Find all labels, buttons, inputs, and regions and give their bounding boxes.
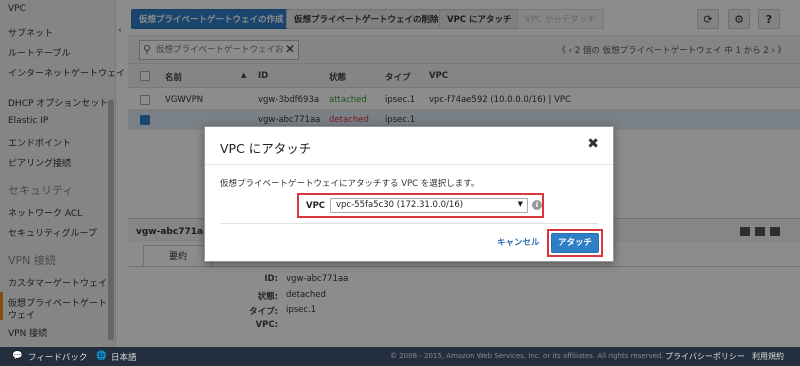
terms-link[interactable]: 利用規約 [752,351,784,362]
vpc-select-value: vpc-55fa5c30 (172.31.0.0/16) [336,200,464,210]
attach-vpc-dialog: VPC にアタッチ ✖ 仮想プライベートゲートウェイにアタッチする VPC を選… [204,126,614,262]
dialog-divider [220,223,598,224]
feedback-icon[interactable]: 💬 [12,351,23,361]
language-link[interactable]: 日本語 [111,351,137,363]
copyright: © 2008 - 2015, Amazon Web Services, Inc.… [390,352,664,360]
dialog-title: VPC にアタッチ [220,141,312,156]
globe-icon[interactable]: 🌐 [96,351,107,361]
dialog-header: VPC にアタッチ ✖ [205,127,613,165]
privacy-link[interactable]: プライバシーポリシー [665,351,745,362]
dialog-description: 仮想プライベートゲートウェイにアタッチする VPC を選択します。 [220,179,480,189]
attach-button-highlight: アタッチ [547,229,603,257]
footer: 💬 フィードバック 🌐 日本語 © 2008 - 2015, Amazon We… [0,347,800,366]
close-icon[interactable]: ✖ [587,136,599,152]
vpc-field-highlight: VPC vpc-55fa5c30 (172.31.0.0/16) ▼ i [297,193,544,218]
cancel-button[interactable]: キャンセル [497,236,540,248]
vpc-label: VPC [306,201,326,211]
attach-button[interactable]: アタッチ [551,233,599,253]
chevron-down-icon: ▼ [517,200,523,208]
info-icon[interactable]: i [532,200,542,210]
feedback-link[interactable]: フィードバック [28,351,87,363]
vpc-select[interactable]: vpc-55fa5c30 (172.31.0.0/16) ▼ [330,198,528,213]
